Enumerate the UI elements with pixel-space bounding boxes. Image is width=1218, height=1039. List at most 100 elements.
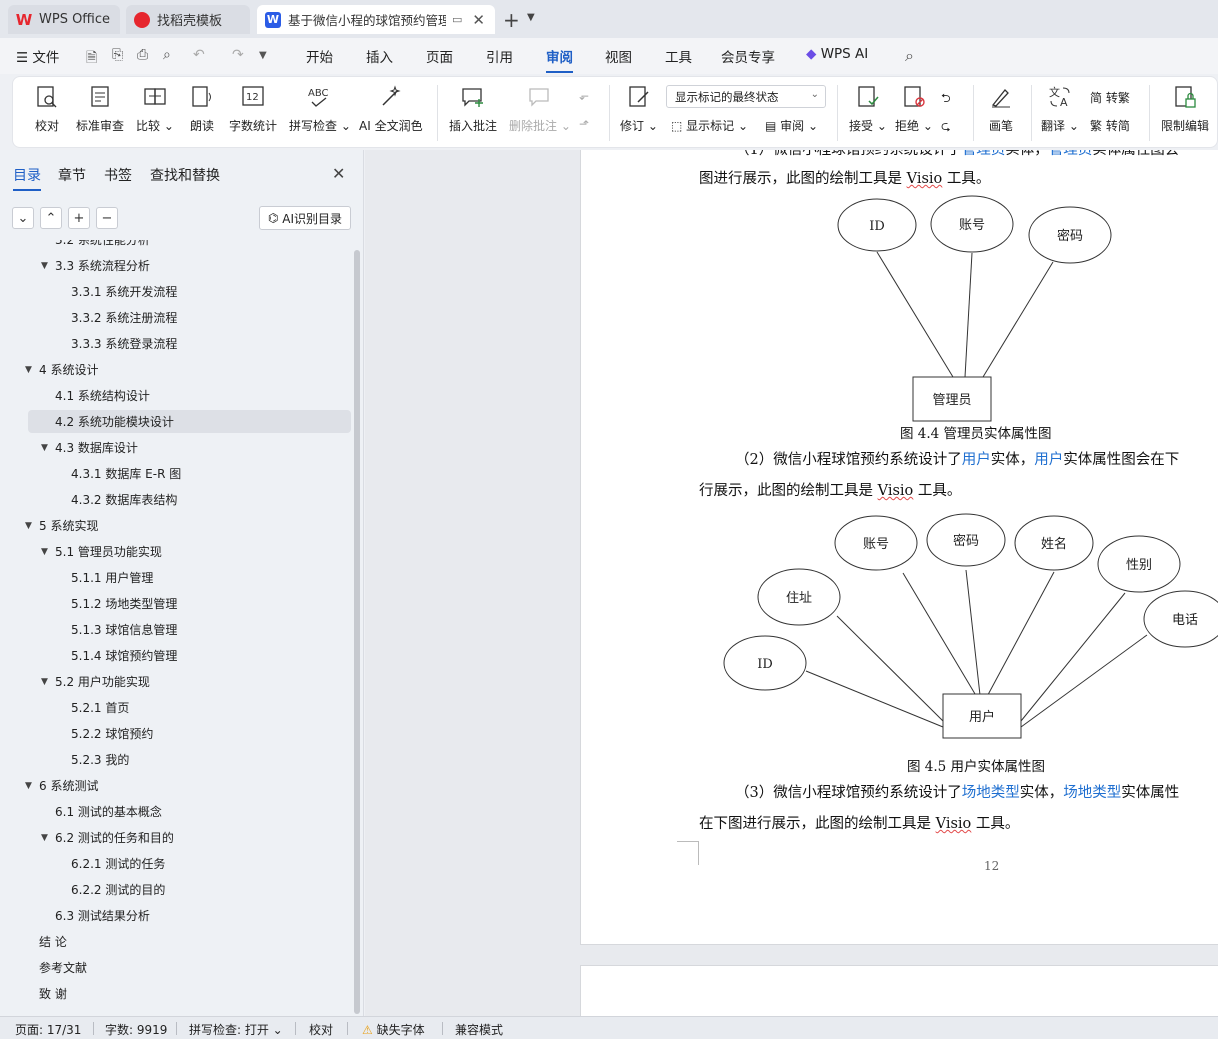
toc-item[interactable]: ▼ 6 系统测试 xyxy=(25,774,351,797)
expand-triangle-icon[interactable]: ▼ xyxy=(41,833,48,843)
toc-item[interactable]: 5.1.4 球馆预约管理 xyxy=(28,644,351,667)
ai-toc-button[interactable]: ⌬ AI识别目录 xyxy=(259,206,351,230)
toc-item[interactable]: 4.3.2 数据库表结构 xyxy=(28,488,351,511)
translate-button[interactable]: 文A 翻译 ⌄ xyxy=(1041,83,1079,134)
to-simplified-button[interactable]: 繁 转简 xyxy=(1090,117,1130,134)
export-icon[interactable]: ⎘ xyxy=(112,47,123,63)
paragraph-3-line-1[interactable]: （3）微信小程球馆预约系统设计了场地类型实体，场地类型实体属性 xyxy=(735,781,1179,802)
show-marks-button[interactable]: ⬚ 显示标记 ⌄ xyxy=(671,117,748,134)
menu-references[interactable]: 引用 xyxy=(486,46,513,66)
paragraph-2-line-2[interactable]: 行展示，此图的绘制工具是 Visio 工具。 xyxy=(699,479,961,500)
expand-triangle-icon[interactable]: ▼ xyxy=(41,677,48,687)
redo-icon[interactable]: ↷ xyxy=(232,47,244,63)
spell-check-button[interactable]: ABC 拼写检查 ⌄ xyxy=(289,83,351,134)
expand-triangle-icon[interactable]: ▼ xyxy=(25,781,32,791)
restrict-edit-button[interactable]: 限制编辑 xyxy=(1161,83,1209,134)
revise-button[interactable]: 修订 ⌄ xyxy=(620,83,658,134)
toc-item[interactable]: ▼ 4.3 数据库设计 xyxy=(28,436,351,459)
toc-item[interactable]: ▼ 3.3 系统流程分析 xyxy=(28,254,351,277)
toc-item[interactable]: 参考文献 xyxy=(28,956,351,979)
menu-page[interactable]: 页面 xyxy=(426,46,453,66)
missing-font-indicator[interactable]: ⚠ 缺失字体 xyxy=(362,1021,425,1038)
toc-item[interactable]: 5.1.2 场地类型管理 xyxy=(28,592,351,615)
insert-comment-button[interactable]: 插入批注 xyxy=(449,83,497,134)
toc-item[interactable]: 6.1 测试的基本概念 xyxy=(28,800,351,823)
next-change-icon[interactable]: ⮎ xyxy=(941,117,951,138)
tab-daoke-templates[interactable]: 找稻壳模板 xyxy=(126,5,250,34)
toc-item[interactable]: 6.3 测试结果分析 xyxy=(28,904,351,927)
print-preview-icon[interactable]: ⌕ xyxy=(163,47,171,63)
collapse-down-button[interactable]: ⌄ xyxy=(12,207,34,229)
quick-access-chevron-icon[interactable]: ▼ xyxy=(259,50,267,61)
tab-toc[interactable]: 目录 xyxy=(13,165,41,191)
expand-triangle-icon[interactable]: ▼ xyxy=(41,547,48,557)
toc-item[interactable]: 3.3.3 系统登录流程 xyxy=(28,332,351,355)
document-canvas[interactable]: （1）微信小程球馆预约系统设计了管理员实体，管理员实体属性图会 图进行展示，此图… xyxy=(365,150,1218,1016)
paragraph-2-line-1[interactable]: （2）微信小程球馆预约系统设计了用户实体，用户实体属性图会在下 xyxy=(735,448,1179,469)
word-count-button[interactable]: 12 字数统计 xyxy=(229,83,277,134)
tab-find-replace[interactable]: 查找和替换 xyxy=(150,165,220,185)
next-comment-icon[interactable]: ⬏ xyxy=(579,117,589,131)
menu-tools[interactable]: 工具 xyxy=(665,46,692,66)
save-icon[interactable]: 🗎 xyxy=(86,47,97,71)
undo-icon[interactable]: ↶ xyxy=(193,47,205,63)
toc-item[interactable]: 5.1.1 用户管理 xyxy=(28,566,351,589)
display-mode-select[interactable]: 显示标记的最终状态 ⌄ xyxy=(666,85,826,108)
remove-heading-button[interactable]: − xyxy=(96,207,118,229)
proofread-status[interactable]: 校对 xyxy=(309,1021,333,1038)
menu-wps-ai[interactable]: ◆ WPS AI xyxy=(806,46,868,62)
pen-button[interactable]: 画笔 xyxy=(987,83,1015,134)
toc-item[interactable]: 5.2.2 球馆预约 xyxy=(28,722,351,745)
paragraph-3-line-2[interactable]: 在下图进行展示，此图的绘制工具是 Visio 工具。 xyxy=(699,812,1019,833)
standard-review-button[interactable]: 标准审查 xyxy=(76,83,124,134)
to-traditional-button[interactable]: 简 转繁 xyxy=(1090,89,1130,106)
toc-item[interactable]: 5.1.3 球馆信息管理 xyxy=(28,618,351,641)
word-count-indicator[interactable]: 字数: 9919 xyxy=(105,1021,167,1038)
toc-item[interactable]: ▼ 4 系统设计 xyxy=(25,358,351,381)
toc-item[interactable]: ▼ 5.1 管理员功能实现 xyxy=(28,540,351,563)
review-pane-button[interactable]: ▤ 审阅 ⌄ xyxy=(765,117,818,134)
toc-scrollbar[interactable] xyxy=(354,250,360,1014)
spell-check-toggle[interactable]: 拼写检查: 打开 ⌄ xyxy=(189,1021,283,1038)
monitor-icon[interactable]: ▭ xyxy=(452,13,462,26)
page-indicator[interactable]: 页面: 17/31 xyxy=(15,1021,81,1038)
expand-triangle-icon[interactable]: ▼ xyxy=(41,443,48,453)
toc-item[interactable]: 3.3.2 系统注册流程 xyxy=(28,306,351,329)
toc-item[interactable]: 结 论 xyxy=(28,930,351,953)
toc-item[interactable]: ▼ 6.2 测试的任务和目的 xyxy=(28,826,351,849)
toc-item[interactable]: 5.2.1 首页 xyxy=(28,696,351,719)
tab-document[interactable]: W 基于微信小程的球馆预约管理 ▭ ✕ xyxy=(257,5,495,34)
toc-item[interactable]: 5.2.3 我的 xyxy=(28,748,351,771)
tab-list-chevron-icon[interactable]: ▼ xyxy=(527,12,535,23)
toc-item[interactable]: 致 谢 xyxy=(28,982,351,1005)
print-icon[interactable]: ⎙ xyxy=(137,47,148,63)
read-aloud-button[interactable]: 朗读 xyxy=(188,83,216,134)
close-pane-icon[interactable]: ✕ xyxy=(332,164,345,183)
menu-insert[interactable]: 插入 xyxy=(366,46,393,66)
toc-item[interactable]: ▼ 5 系统实现 xyxy=(25,514,351,537)
delete-comment-button[interactable]: 删除批注 ⌄ xyxy=(509,83,571,134)
close-tab-icon[interactable]: ✕ xyxy=(472,11,485,29)
menu-view[interactable]: 视图 xyxy=(605,46,632,66)
file-menu[interactable]: ☰ 文件 xyxy=(16,46,59,66)
toc-item[interactable]: 4.1 系统结构设计 xyxy=(28,384,351,407)
toc-item[interactable]: 6.2.2 测试的目的 xyxy=(28,878,351,901)
tab-wps-office[interactable]: W WPS Office xyxy=(8,5,120,34)
toc-item[interactable]: 4.3.1 数据库 E-R 图 xyxy=(28,462,351,485)
accept-button[interactable]: 接受 ⌄ xyxy=(849,83,887,134)
toc-item[interactable]: 3.2 系统性能分析 xyxy=(28,240,351,251)
new-tab-button[interactable]: + xyxy=(503,8,520,32)
compare-button[interactable]: 比较 ⌄ xyxy=(136,83,174,134)
menu-review[interactable]: 审阅 xyxy=(546,46,573,73)
previous-comment-icon[interactable]: ⬐ xyxy=(579,89,589,103)
menu-start[interactable]: 开始 xyxy=(306,46,333,66)
proofread-button[interactable]: 校对 xyxy=(33,83,61,134)
tab-chapters[interactable]: 章节 xyxy=(58,165,86,185)
toc-item[interactable]: 6.2.1 测试的任务 xyxy=(28,852,351,875)
expand-triangle-icon[interactable]: ▼ xyxy=(41,261,48,271)
tab-bookmarks[interactable]: 书签 xyxy=(104,165,132,185)
toc-item[interactable]: ▼ 5.2 用户功能实现 xyxy=(28,670,351,693)
menu-member[interactable]: 会员专享 xyxy=(721,46,775,66)
collapse-up-button[interactable]: ⌃ xyxy=(40,207,62,229)
expand-triangle-icon[interactable]: ▼ xyxy=(25,521,32,531)
